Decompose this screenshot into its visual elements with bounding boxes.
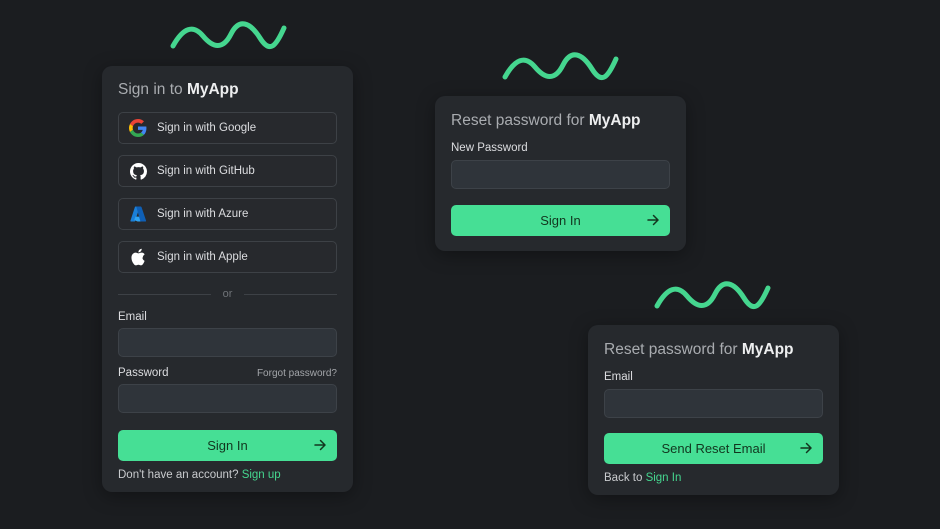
app-name: MyApp: [588, 112, 641, 129]
google-signin-label: Sign in with Google: [157, 122, 257, 134]
or-divider: or: [118, 287, 337, 301]
reset-new-password-card: Reset password for MyApp New Password Si…: [435, 96, 686, 251]
github-signin-button[interactable]: Sign in with GitHub: [118, 155, 337, 187]
reset-email-card: Reset password for MyApp Email Send Rese…: [588, 325, 839, 495]
signin-card-title: Sign in to MyApp: [118, 81, 239, 98]
squiggle-wave-icon: [502, 52, 619, 81]
back-to-signin-prompt: Back to Sign In: [604, 472, 682, 484]
back-to-signin-link[interactable]: Sign In: [646, 472, 682, 484]
app-name: MyApp: [186, 81, 239, 98]
signup-prompt: Don't have an account? Sign up: [118, 469, 281, 481]
signup-link[interactable]: Sign up: [242, 469, 281, 481]
signin-submit-button[interactable]: Sign In: [118, 430, 337, 461]
azure-icon: [129, 205, 147, 223]
new-password-label: New Password: [451, 142, 528, 154]
squiggle-wave-icon: [654, 281, 771, 310]
reset-email-label: Email: [604, 371, 633, 383]
divider-text: or: [222, 288, 233, 300]
new-password-input[interactable]: [451, 160, 670, 189]
google-icon: [129, 119, 147, 137]
arrow-right-icon: [800, 442, 812, 454]
email-label: Email: [118, 311, 147, 323]
github-signin-label: Sign in with GitHub: [157, 165, 255, 177]
arrow-right-icon: [647, 214, 659, 226]
reset-signin-button[interactable]: Sign In: [451, 205, 670, 236]
signin-submit-label: Sign In: [207, 438, 248, 453]
google-signin-button[interactable]: Sign in with Google: [118, 112, 337, 144]
forgot-password-link[interactable]: Forgot password?: [257, 368, 337, 379]
send-reset-email-button[interactable]: Send Reset Email: [604, 433, 823, 464]
password-label: Password: [118, 367, 169, 379]
email-input[interactable]: [118, 328, 337, 357]
github-icon: [129, 162, 147, 180]
signin-card: Sign in to MyApp Sign in with Google Sig…: [102, 66, 353, 492]
reset-email-card-title: Reset password for MyApp: [604, 341, 794, 358]
azure-signin-button[interactable]: Sign in with Azure: [118, 198, 337, 230]
arrow-right-icon: [314, 439, 326, 451]
app-name: MyApp: [741, 341, 794, 358]
password-input[interactable]: [118, 384, 337, 413]
send-reset-email-label: Send Reset Email: [661, 441, 766, 456]
azure-signin-label: Sign in with Azure: [157, 208, 249, 220]
squiggle-wave-icon: [170, 21, 287, 50]
apple-signin-button[interactable]: Sign in with Apple: [118, 241, 337, 273]
reset-card-title: Reset password for MyApp: [451, 112, 641, 129]
apple-icon: [129, 248, 147, 266]
reset-email-input[interactable]: [604, 389, 823, 418]
reset-signin-label: Sign In: [540, 213, 581, 228]
apple-signin-label: Sign in with Apple: [157, 251, 248, 263]
